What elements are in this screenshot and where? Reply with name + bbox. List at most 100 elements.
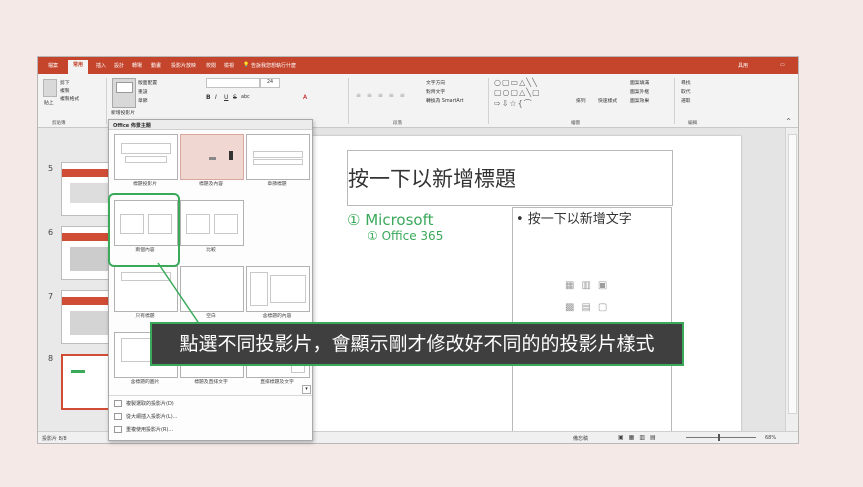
duplicate-slides-item[interactable]: 複製選取的投影片(D) <box>114 400 174 407</box>
layout-button[interactable]: 版面配置 <box>138 79 157 86</box>
shapes-gallery-row2-icon[interactable]: ▢○▢△╲▢ <box>494 88 541 97</box>
paragraph-group-label: 段落 <box>393 121 402 126</box>
zoom-slider-handle[interactable] <box>718 434 720 441</box>
comments-icon[interactable]: ▭ <box>780 62 785 68</box>
zoom-level[interactable]: 68% <box>765 435 776 441</box>
collapse-ribbon-icon[interactable]: ^ <box>786 118 791 125</box>
chevron-down-icon[interactable]: ▾ <box>302 385 311 394</box>
find-button[interactable]: 尋找 <box>681 79 691 86</box>
layout-section-header[interactable] <box>246 134 310 180</box>
layout-dropdown-panel: Office 佈景主題 標題投影片 標題及內容 章節標題 兩個內容 比較 兩個內… <box>108 119 313 441</box>
title-placeholder[interactable]: 按一下以新增標題 <box>347 150 673 206</box>
reuse-icon <box>114 426 122 433</box>
layout-name: 含標題的圖片 <box>130 380 160 385</box>
section-button[interactable]: 章節 <box>138 97 148 104</box>
slides-from-outline-item[interactable]: 從大綱插入投影片(L)... <box>114 413 177 420</box>
scrollbar-thumb[interactable] <box>788 134 797 414</box>
shape-fill-button[interactable]: 圖案填滿 <box>630 79 649 86</box>
thumb-text <box>71 370 85 373</box>
char-spacing-button[interactable]: abc <box>241 95 250 100</box>
notes-button[interactable]: 備忘稿 <box>573 435 588 442</box>
shape-outline-button[interactable]: 圖案外框 <box>630 88 649 95</box>
tab-slideshow[interactable]: 投影片放映 <box>171 62 196 69</box>
insert-media-icons[interactable]: ▩▤▢ <box>565 302 614 313</box>
layout-name: 標題投影片 <box>133 182 157 187</box>
quick-styles-button[interactable]: 快速樣式 <box>598 97 617 104</box>
arrange-button[interactable]: 排列 <box>576 97 586 104</box>
copy-button[interactable]: 複製 <box>60 87 70 94</box>
align-buttons[interactable]: ≡ ≡ ≡ ≡ ≡ <box>356 92 407 99</box>
align-text-button[interactable]: 對齊文字 <box>426 88 445 95</box>
bold-button[interactable]: B <box>206 94 211 101</box>
right-content-text: • 按一下以新增文字 <box>516 212 632 227</box>
shape-effects-button[interactable]: 圖案效果 <box>630 97 649 104</box>
clipboard-icon[interactable] <box>43 79 57 97</box>
strikethrough-button[interactable]: S <box>233 94 237 101</box>
tab-insert[interactable]: 插入 <box>96 62 106 69</box>
layout-box <box>270 275 306 303</box>
tell-me-search[interactable]: 告訴我您想執行什麼 <box>251 62 296 69</box>
layout-name: 標題及直排文字 <box>194 380 228 385</box>
insert-content-icons[interactable]: ▦▥▣ <box>565 280 614 291</box>
right-content-placeholder[interactable]: • 按一下以新增文字 ▦▥▣ ▩▤▢ <box>512 207 672 434</box>
italic-button[interactable]: I <box>215 94 217 101</box>
slide-count: 投影片 8/8 <box>42 436 67 442</box>
tab-home[interactable]: 常用 <box>68 60 89 74</box>
separator <box>106 78 107 124</box>
reuse-slides-item[interactable]: 重複使用投影片(R)... <box>114 426 173 433</box>
layout-name: 只有標題 <box>135 314 155 319</box>
layout-title-slide[interactable] <box>114 134 178 180</box>
separator <box>674 78 675 124</box>
callout-text: 點選不同投影片，會顯示剛才修改好不同的的投影片樣式 <box>179 333 655 355</box>
replace-button[interactable]: 取代 <box>681 88 691 95</box>
text-direction-button[interactable]: 文字方向 <box>426 79 445 86</box>
duplicate-slides-label: 複製選取的投影片(D) <box>126 401 174 407</box>
lightbulb-icon: 💡 <box>243 62 250 68</box>
slides-from-outline-label: 從大綱插入投影片(L)... <box>126 414 178 420</box>
shapes-gallery-row3-icon[interactable]: ⇨⇩☆{⌒ <box>494 98 533 109</box>
layout-title-content[interactable] <box>180 134 244 180</box>
view-buttons[interactable]: ▣▦▥▤ <box>618 434 661 441</box>
content-bullet-1[interactable]: ① Microsoft <box>347 211 433 229</box>
content-bullet-2-text: Office 365 <box>381 229 444 243</box>
layout-name: 空白 <box>206 314 216 319</box>
layout-title-only[interactable] <box>114 266 178 312</box>
reset-button[interactable]: 重設 <box>138 88 148 95</box>
vertical-scrollbar[interactable] <box>785 128 798 431</box>
tab-transitions[interactable]: 轉場 <box>132 62 142 69</box>
shapes-gallery-icon[interactable]: ○▢▭△╲╲ <box>494 78 538 87</box>
editing-group-label: 編輯 <box>688 121 697 126</box>
layout-mark <box>229 151 233 160</box>
zoom-slider[interactable] <box>686 437 756 438</box>
tab-view[interactable]: 檢視 <box>224 62 234 69</box>
underline-button[interactable]: U <box>224 94 228 101</box>
slide-icon <box>116 82 133 93</box>
callout-box: 點選不同投影片，會顯示剛才修改好不同的的投影片樣式 <box>150 322 684 366</box>
tab-design[interactable]: 設計 <box>114 62 124 69</box>
font-name-box[interactable] <box>206 78 260 88</box>
layout-box <box>214 214 238 234</box>
drawing-group-label: 繪圖 <box>571 121 580 126</box>
layout-blank[interactable] <box>180 266 244 312</box>
layout-box <box>125 156 167 163</box>
outline-icon <box>114 413 122 420</box>
font-color-button[interactable]: A <box>303 94 307 101</box>
layout-content-with-caption[interactable] <box>246 266 310 312</box>
format-painter-button[interactable]: 複製格式 <box>60 95 79 102</box>
layout-box <box>186 214 210 234</box>
cut-button[interactable]: 剪下 <box>60 79 70 86</box>
thumb-image <box>70 183 110 203</box>
divider <box>109 395 312 396</box>
tab-file[interactable]: 檔案 <box>48 62 58 69</box>
convert-smartart-button[interactable]: 轉換為 SmartArt <box>426 97 464 104</box>
layout-box <box>253 151 303 158</box>
font-size-box[interactable]: 24 <box>260 78 280 88</box>
share-user-name[interactable]: 具用 <box>738 62 748 69</box>
layout-comparison[interactable] <box>180 200 244 246</box>
tab-animations[interactable]: 動畫 <box>151 62 161 69</box>
new-slide-button[interactable] <box>112 78 136 108</box>
content-bullet-2[interactable]: ① Office 365 <box>367 229 443 243</box>
select-button[interactable]: 選取 <box>681 97 691 104</box>
paste-button[interactable]: 貼上 <box>44 99 54 106</box>
tab-review[interactable]: 校閱 <box>206 62 216 69</box>
